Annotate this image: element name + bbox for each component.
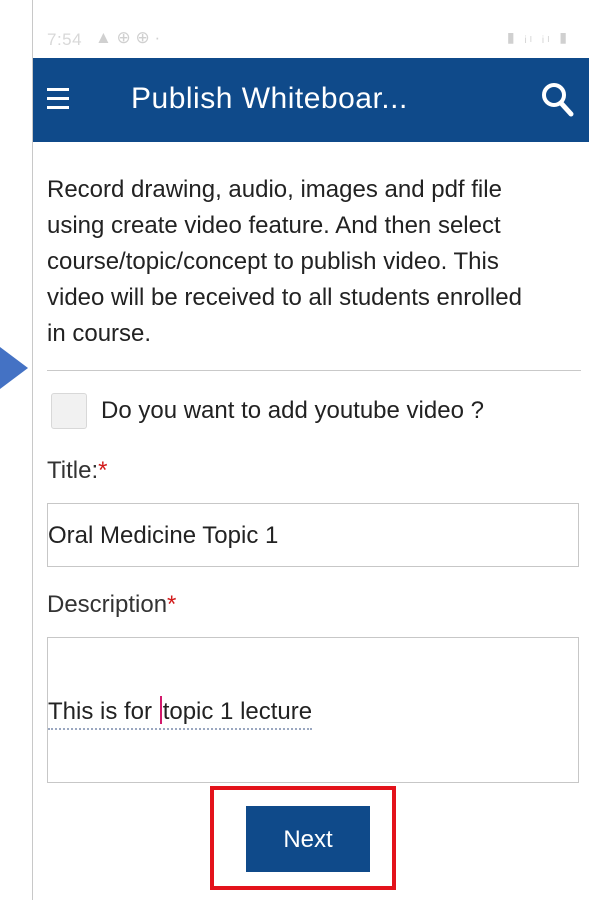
page-title: Publish Whiteboar... xyxy=(131,82,408,115)
description-input-value: This is for topic 1 lecture xyxy=(48,696,313,730)
screenshot-page: 7:54 ▲ ⊕ ⊕ · ▮ ᵢₗ ᵢₗ ▮ Publish Whiteboar… xyxy=(0,0,589,900)
intro-text: Record drawing, audio, images and pdf fi… xyxy=(47,176,522,347)
notification-icons: ▲ ⊕ ⊕ · xyxy=(95,28,161,47)
youtube-checkbox-row[interactable]: Do you want to add youtube video ? xyxy=(51,393,547,429)
description-text-before-caret: This is for xyxy=(48,698,159,725)
youtube-checkbox[interactable] xyxy=(51,393,87,429)
title-label-text: Title: xyxy=(47,457,99,484)
signal-battery-icons: ▮ ᵢₗ ᵢₗ ▮ xyxy=(506,29,570,45)
title-required-mark: * xyxy=(98,457,108,484)
search-icon[interactable] xyxy=(540,81,574,117)
phone-screen: 7:54 ▲ ⊕ ⊕ · ▮ ᵢₗ ᵢₗ ▮ Publish Whiteboar… xyxy=(32,0,589,900)
description-label-text: Description xyxy=(47,591,168,618)
next-button[interactable]: Next xyxy=(246,806,370,872)
app-bar: Publish Whiteboar... xyxy=(33,58,589,142)
divider xyxy=(47,370,581,371)
description-input[interactable]: This is for topic 1 lecture xyxy=(47,637,579,783)
description-text-after-caret: topic 1 lecture xyxy=(162,698,313,725)
title-label: Title:* xyxy=(47,457,547,485)
form-content: Record drawing, audio, images and pdf fi… xyxy=(33,142,581,783)
youtube-checkbox-label[interactable]: Do you want to add youtube video ? xyxy=(101,397,484,425)
text-caret xyxy=(159,696,162,724)
description-required-mark: * xyxy=(167,591,177,618)
left-arrow-icon xyxy=(0,338,28,398)
status-time: 7:54 xyxy=(47,30,83,49)
description-label: Description* xyxy=(47,591,547,619)
menu-icon[interactable] xyxy=(47,88,69,110)
title-input[interactable]: Oral Medicine Topic 1 xyxy=(47,503,579,567)
title-input-value: Oral Medicine Topic 1 xyxy=(48,522,279,549)
status-bar: 7:54 ▲ ⊕ ⊕ · ▮ ᵢₗ ᵢₗ ▮ xyxy=(33,0,589,58)
